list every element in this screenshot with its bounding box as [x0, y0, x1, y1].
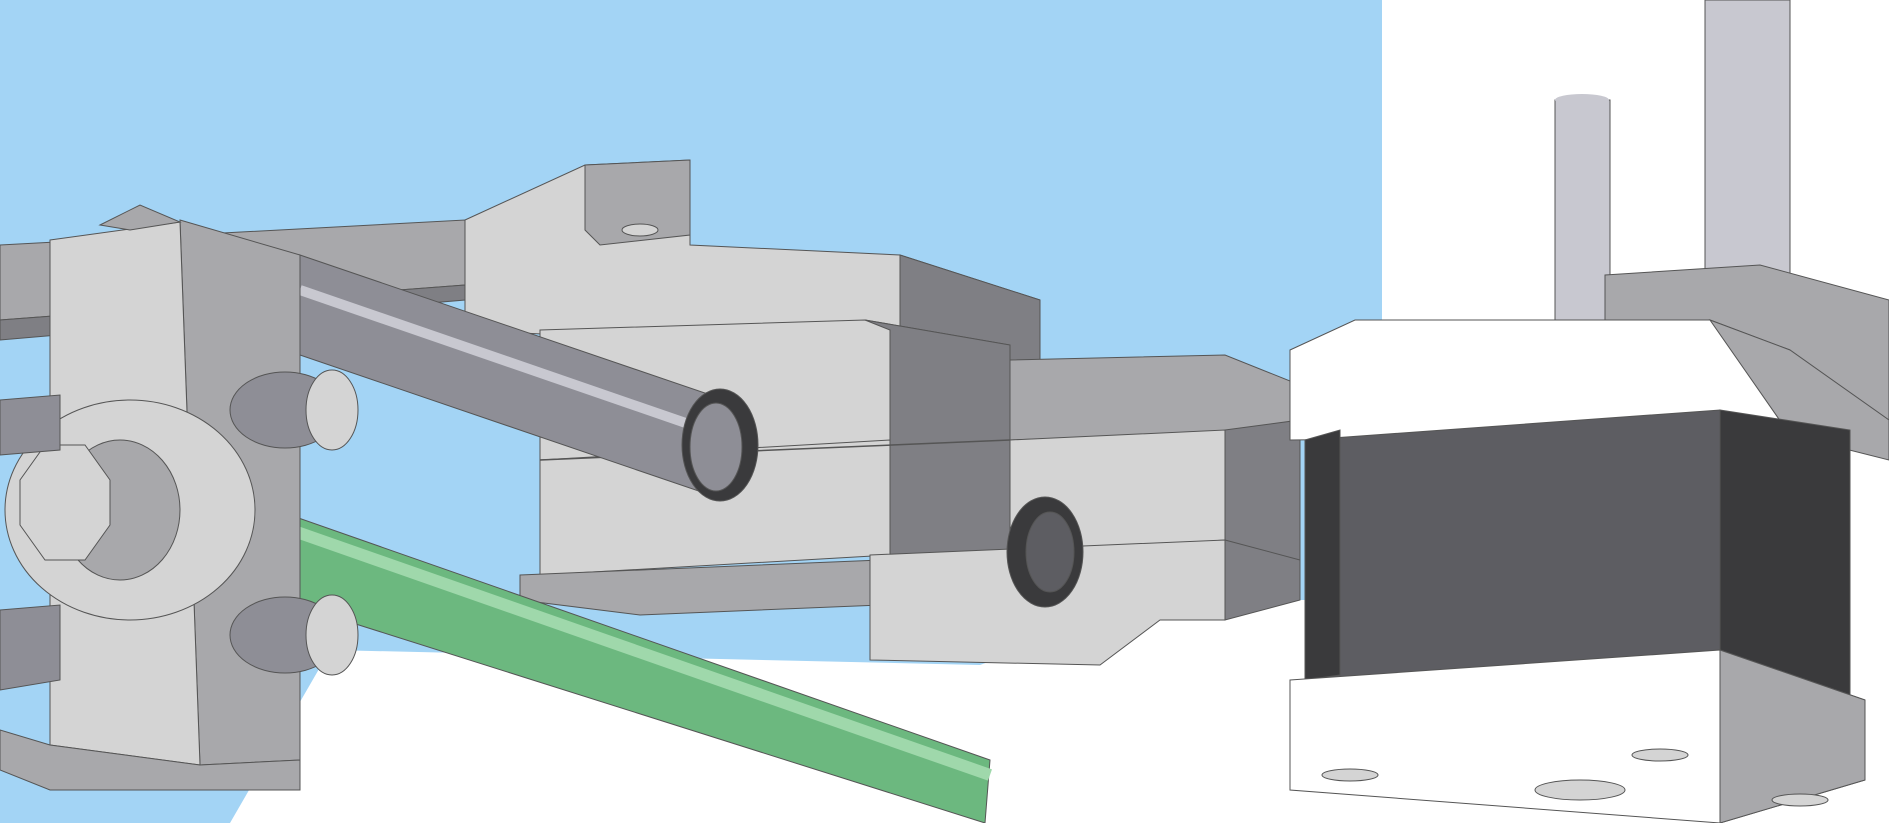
rod-stub-left-top: [0, 394, 61, 456]
carriage-plate-hole: [621, 223, 659, 237]
smooth-rod-upper-end-face: [689, 402, 743, 492]
motor-mount-hole-4: [1771, 793, 1829, 807]
bolt-head-top-face: [305, 369, 359, 451]
cad-viewport[interactable]: [0, 0, 1889, 823]
hex-nut-end[interactable]: [19, 444, 111, 561]
rod-stub-left-bottom: [0, 604, 61, 691]
motor-mount-hole-3: [1631, 748, 1689, 762]
motor-body-left: [1304, 429, 1341, 681]
bolt-head-bottom-face: [305, 594, 359, 676]
linear-bearing-right-inner: [1025, 511, 1075, 593]
motor-mount-hole-1: [1321, 768, 1379, 782]
threaded-rod[interactable]: [1704, 0, 1791, 281]
cad-3d-scene[interactable]: [0, 0, 1889, 823]
motor-body-front[interactable]: [1304, 409, 1721, 681]
motor-shaft-tip: [1555, 94, 1609, 106]
motor-shaft[interactable]: [1554, 99, 1611, 331]
motor-mount-hole-2: [1534, 779, 1626, 801]
